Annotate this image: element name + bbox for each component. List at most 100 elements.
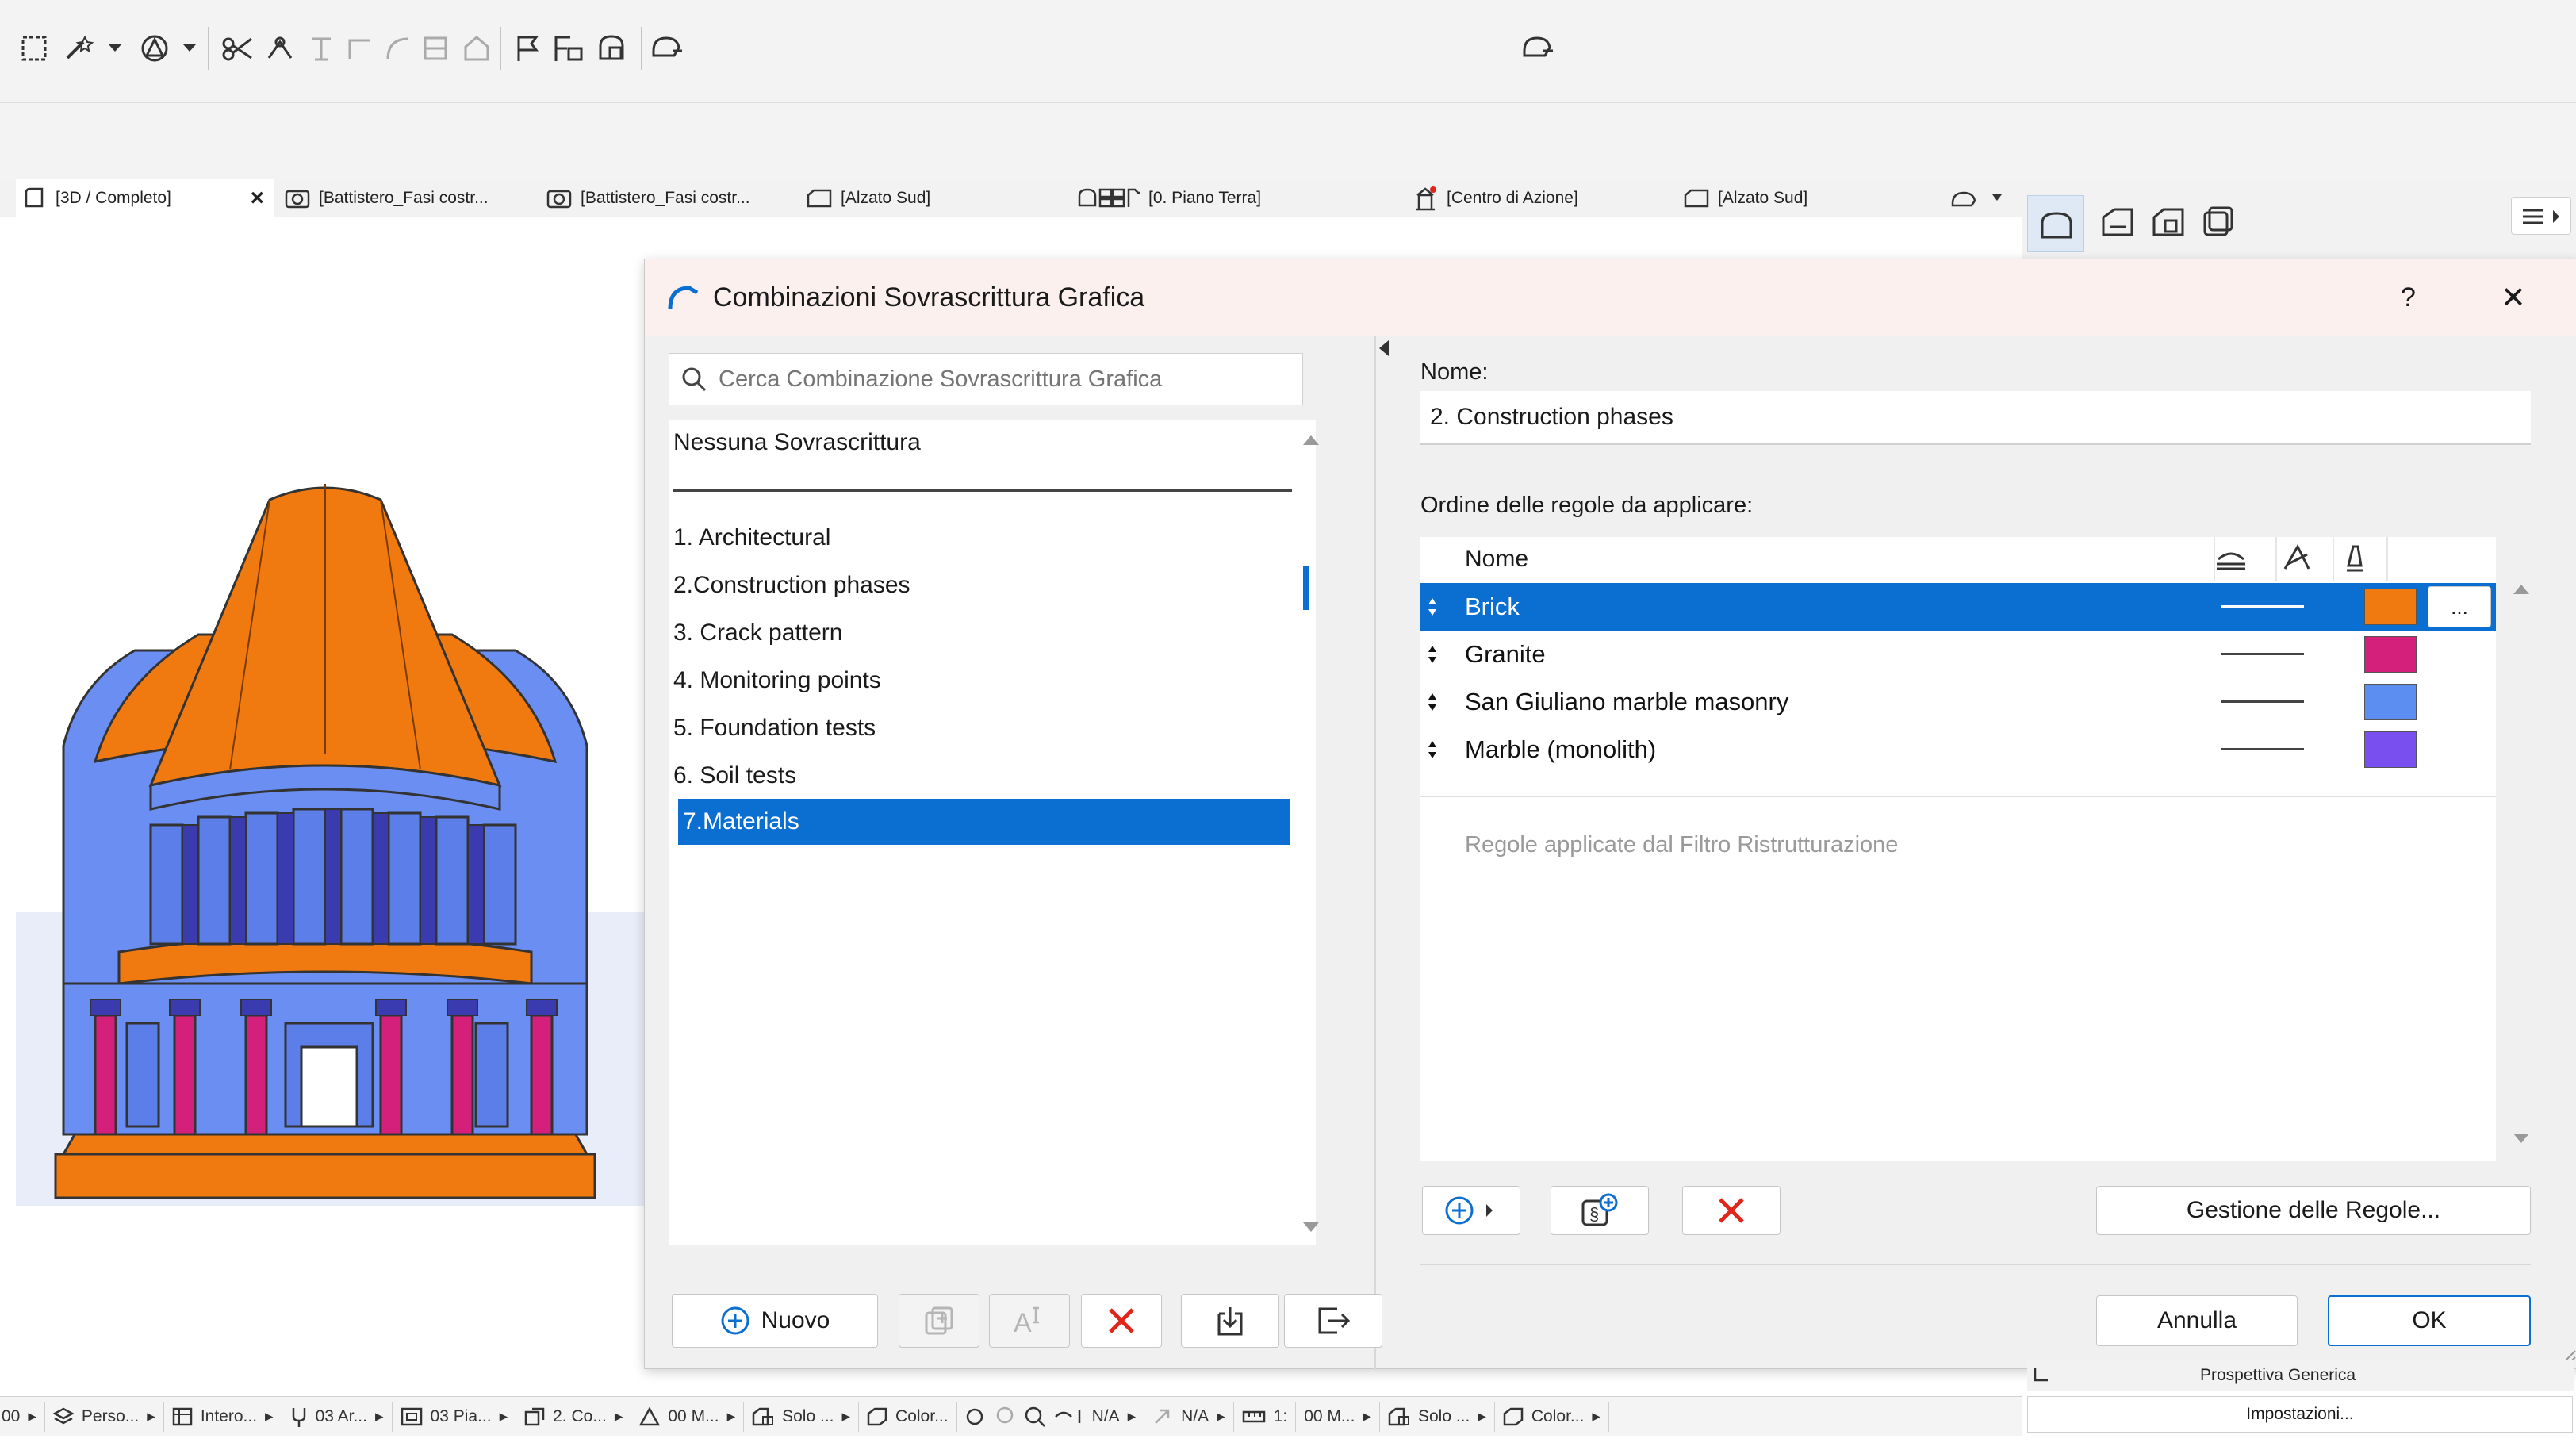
shapes-icon[interactable] <box>136 30 173 67</box>
list-item[interactable]: 1. Architectural <box>669 515 1287 561</box>
statusbar-item[interactable]: 00 ▸ <box>0 1401 45 1432</box>
svg-text:§: § <box>1589 1204 1599 1224</box>
delete-combination-button[interactable] <box>1081 1294 1162 1348</box>
dimension-setting[interactable]: 00 M... ▸ <box>1296 1401 1380 1432</box>
list-item[interactable]: 4. Monitoring points <box>669 658 1287 704</box>
chevron-down-icon[interactable] <box>179 30 200 67</box>
export-button[interactable] <box>1284 1294 1382 1348</box>
rule-row-marble[interactable]: Marble (monolith) <box>1420 726 2496 773</box>
scroll-down-icon[interactable] <box>2513 1134 2529 1145</box>
list-scroll-indicator[interactable] <box>1303 566 1309 610</box>
pen-set[interactable]: 03 Ar... ▸ <box>282 1401 393 1432</box>
remove-rule-button[interactable] <box>1682 1186 1781 1235</box>
roof-icon[interactable] <box>417 30 454 67</box>
rule-row-san-giuliano[interactable]: San Giuliano marble masonry <box>1420 678 2496 726</box>
view-icon[interactable] <box>649 30 685 67</box>
scroll-down-icon[interactable] <box>1303 1222 1319 1233</box>
fillet-icon[interactable] <box>341 30 378 67</box>
structural-function-2[interactable]: Color... ▸ <box>1495 1401 1609 1432</box>
tab-overflow-menu[interactable] <box>1945 179 2016 217</box>
rename-button[interactable]: A <box>989 1294 1070 1348</box>
model-view-icon[interactable] <box>593 30 630 67</box>
crop-icon[interactable] <box>379 30 416 67</box>
graphic-override-combination[interactable]: 2. Co... ▸ <box>516 1401 632 1432</box>
color-swatch[interactable] <box>2364 684 2417 720</box>
tab-label: [Alzato Sud] <box>841 189 931 207</box>
tab-3d[interactable]: [3D / Completo] × <box>16 179 274 217</box>
model-view-options[interactable]: 03 Pia... ▸ <box>393 1401 517 1432</box>
tab-alzato-sud[interactable]: [Alzato Sud] <box>801 179 1063 217</box>
renovation-filter[interactable]: Solo ... ▸ <box>744 1401 860 1432</box>
tab-battistero-1[interactable]: [Battistero_Fasi costr... <box>279 179 541 217</box>
manage-rules-button[interactable]: Gestione delle Regole... <box>2096 1186 2531 1235</box>
duplicate-button[interactable] <box>899 1294 979 1348</box>
view-map-icon[interactable] <box>2099 203 2137 241</box>
drag-handle-icon[interactable] <box>1425 678 1439 726</box>
name-field[interactable]: 2. Construction phases <box>1420 391 2531 445</box>
surface-settings[interactable]: 00 M... ▸ <box>631 1401 745 1432</box>
list-item-none[interactable]: Nessuna Sovrascrittura <box>669 420 1287 466</box>
drag-handle-icon[interactable] <box>1425 583 1439 631</box>
perspective-label: Prospettiva Generica <box>2200 1366 2356 1384</box>
list-item[interactable]: 2.Construction phases <box>669 562 1287 608</box>
layer-combination[interactable]: Perso... ▸ <box>45 1401 164 1432</box>
magic-wand-icon[interactable] <box>60 30 97 67</box>
pane-divider[interactable] <box>1374 336 1376 1370</box>
drag-handle-icon[interactable] <box>1425 726 1439 773</box>
rule-row-brick[interactable]: Brick ... <box>1420 583 2496 631</box>
new-combination-button[interactable]: Nuovo <box>672 1294 878 1348</box>
search-input[interactable] <box>719 366 1274 393</box>
drag-handle-icon[interactable] <box>1425 631 1439 678</box>
search-field[interactable] <box>669 353 1303 405</box>
quick-options-bar: 00 ▸ Perso... ▸ Intero... ▸ 03 Ar... ▸ 03 Pi… <box>0 1396 2022 1436</box>
navigator-panel <box>2022 179 2576 259</box>
tab-battistero-2[interactable]: [Battistero_Fasi costr... <box>541 179 803 217</box>
list-item[interactable]: 6. Soil tests <box>669 753 1287 799</box>
layout-book-icon[interactable] <box>2149 203 2187 241</box>
panel-menu-button[interactable] <box>2511 197 2571 235</box>
navigation-tools[interactable]: N/A ▸ <box>957 1401 1145 1432</box>
ok-button[interactable]: OK <box>2328 1295 2531 1346</box>
renovation-icon[interactable] <box>550 30 587 67</box>
paint-bucket-header-icon <box>2340 542 2367 574</box>
structural-function[interactable]: Color... <box>859 1401 957 1432</box>
navigator-3d-button[interactable] <box>2027 195 2084 252</box>
more-options-button[interactable]: ... <box>2428 586 2491 627</box>
tab-alzato-sud-2[interactable]: [Alzato Sud] <box>1678 179 1940 217</box>
offset-icon[interactable] <box>303 30 339 67</box>
color-swatch[interactable] <box>2364 589 2417 625</box>
publisher-sets-icon[interactable] <box>2198 203 2237 241</box>
cancel-button[interactable]: Annulla <box>2096 1295 2298 1346</box>
rule-row-granite[interactable]: Granite <box>1420 631 2496 678</box>
model-view-icon[interactable] <box>1520 30 1556 67</box>
split-icon[interactable] <box>262 30 298 67</box>
settings-button[interactable]: Impostazioni... <box>2027 1396 2573 1433</box>
close-icon[interactable]: × <box>250 185 264 212</box>
trim-icon[interactable] <box>219 30 255 67</box>
add-rule-button[interactable] <box>1422 1186 1520 1235</box>
collapse-arrow-icon[interactable] <box>1378 339 1390 358</box>
scale-setting[interactable]: 1: <box>1234 1401 1297 1432</box>
statusbar-label: Color... <box>1531 1406 1585 1425</box>
help-button[interactable]: ? <box>2401 282 2416 313</box>
scroll-up-icon[interactable] <box>1303 434 1319 445</box>
color-swatch[interactable] <box>2364 731 2417 768</box>
import-button[interactable] <box>1181 1294 1279 1348</box>
model-filter[interactable]: Intero... ▸ <box>164 1401 282 1432</box>
flag-icon[interactable] <box>509 30 546 67</box>
chevron-down-icon[interactable] <box>105 30 125 67</box>
scroll-up-icon[interactable] <box>2513 583 2529 594</box>
add-rule-from-settings-button[interactable]: § <box>1551 1186 1649 1235</box>
select-marquee-icon[interactable] <box>16 30 52 67</box>
schedule-icon[interactable] <box>458 30 495 67</box>
renovation-filter-2[interactable]: Solo ... ▸ <box>1380 1401 1495 1432</box>
list-item[interactable]: 5. Foundation tests <box>669 705 1287 751</box>
list-item-selected[interactable]: 7.Materials <box>678 799 1290 845</box>
tab-centro-azione[interactable]: [Centro di Azione] <box>1407 179 1669 217</box>
close-dialog-button[interactable]: ✕ <box>2501 280 2526 316</box>
orbit-setting[interactable]: N/A ▸ <box>1144 1401 1234 1432</box>
color-swatch[interactable] <box>2364 636 2417 673</box>
tab-piano-terra[interactable]: [0. Piano Terra] <box>1072 179 1382 217</box>
list-item[interactable]: 3. Crack pattern <box>669 610 1287 656</box>
rules-header-name[interactable]: Nome <box>1465 537 1528 581</box>
